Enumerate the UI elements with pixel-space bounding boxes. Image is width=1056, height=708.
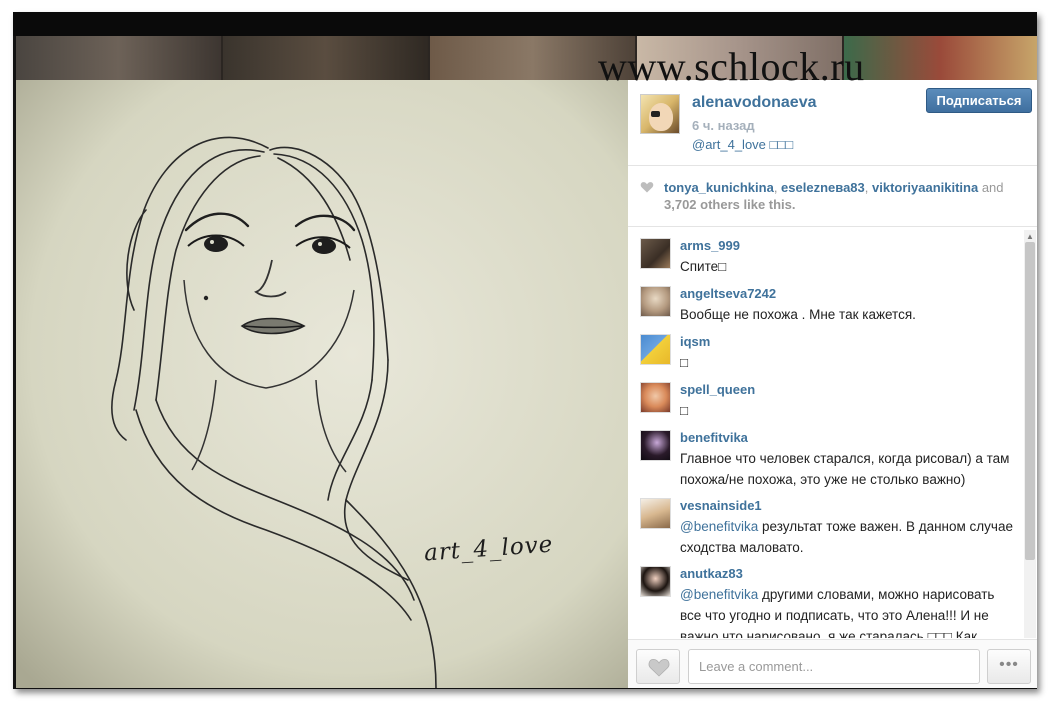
commenter-avatar[interactable] bbox=[640, 334, 671, 365]
liker-link[interactable]: eseleznева83 bbox=[781, 180, 865, 195]
heart-icon bbox=[648, 658, 670, 677]
likes-text: tonya_kunichkina, eseleznева83, viktoriy… bbox=[664, 180, 1004, 212]
liker-link[interactable]: viktoriyaanikitina bbox=[872, 180, 978, 195]
scroll-up-arrow-icon[interactable]: ▲ bbox=[1026, 232, 1034, 241]
comment-input[interactable] bbox=[688, 649, 980, 684]
sketch-portrait bbox=[16, 80, 628, 688]
more-options-button[interactable]: ••• bbox=[987, 649, 1031, 684]
commenter-avatar[interactable] bbox=[640, 382, 671, 413]
comment-text: □ bbox=[680, 403, 689, 418]
comment-text: Вообще не похожа . Мне так кажется. bbox=[680, 307, 916, 322]
commenter-avatar[interactable] bbox=[640, 286, 671, 317]
commenter-username[interactable]: spell_queen bbox=[680, 382, 755, 397]
commenter-avatar[interactable] bbox=[640, 566, 671, 597]
ellipsis-icon: ••• bbox=[999, 656, 1019, 673]
post-photo: art_4_love bbox=[16, 80, 628, 688]
comment-text: @benefitvika другими словами, можно нари… bbox=[680, 584, 1016, 638]
scroll-thumb[interactable] bbox=[1025, 242, 1035, 560]
commenter-username[interactable]: anutkaz83 bbox=[680, 566, 743, 581]
like-button[interactable] bbox=[636, 649, 680, 684]
comment-text: @benefitvika результат тоже важен. В дан… bbox=[680, 516, 1016, 558]
commenter-avatar[interactable] bbox=[640, 238, 671, 269]
author-avatar[interactable] bbox=[640, 94, 680, 134]
comment-text: Главное что человек старался, когда рисо… bbox=[680, 451, 1010, 487]
likes-summary: tonya_kunichkina, eseleznева83, viktoriy… bbox=[628, 167, 1037, 227]
comment-mention[interactable]: @benefitvika bbox=[680, 587, 758, 602]
likes-and: and bbox=[978, 180, 1004, 195]
post-sidebar: alenavodonaeva 6 ч. назад @art_4_love □□… bbox=[628, 80, 1037, 688]
commenter-avatar[interactable] bbox=[640, 498, 671, 529]
author-username[interactable]: alenavodonaeva bbox=[692, 94, 817, 112]
commenter-avatar[interactable] bbox=[640, 430, 671, 461]
liker-link[interactable]: tonya_kunichkina bbox=[664, 180, 774, 195]
post-time[interactable]: 6 ч. назад bbox=[692, 118, 755, 133]
comment-text: Спите□ bbox=[680, 259, 727, 274]
post-header: alenavodonaeva 6 ч. назад @art_4_love □□… bbox=[628, 80, 1037, 166]
comment-footer: ••• bbox=[628, 639, 1037, 688]
commenter-username[interactable]: iqsm bbox=[680, 334, 710, 349]
heart-icon bbox=[640, 182, 654, 193]
top-bar bbox=[13, 12, 1037, 36]
commenter-username[interactable]: arms_999 bbox=[680, 238, 740, 253]
likes-count[interactable]: 3,702 others like this. bbox=[664, 197, 796, 212]
comment-text: □ bbox=[680, 355, 689, 370]
post-caption: @art_4_love □□□ bbox=[692, 137, 794, 152]
comments-scrollbar[interactable]: ▲ bbox=[1024, 230, 1036, 638]
commenter-username[interactable]: vesnainside1 bbox=[680, 498, 762, 513]
follow-button[interactable]: Подписаться bbox=[926, 88, 1032, 113]
commenter-username[interactable]: benefitvika bbox=[680, 430, 748, 445]
comments-list: arms_999 Спите□ angeltseva7242 Вообще не… bbox=[628, 228, 1023, 638]
comment-mention[interactable]: @benefitvika bbox=[680, 519, 758, 534]
site-watermark: www.schlock.ru bbox=[598, 44, 865, 89]
commenter-username[interactable]: angeltseva7242 bbox=[680, 286, 776, 301]
